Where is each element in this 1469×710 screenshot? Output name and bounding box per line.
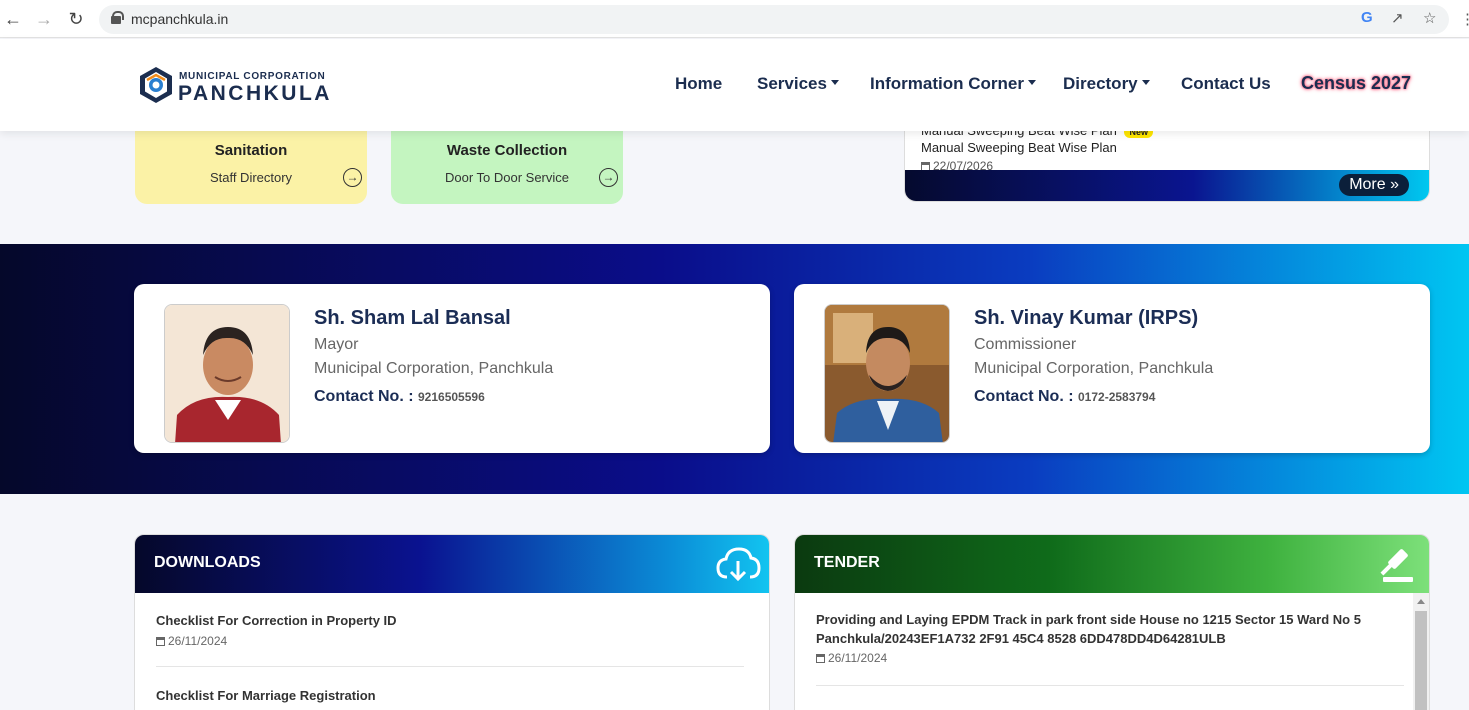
tender-panel: TENDER Providing and Laying EPDM Track i… — [794, 534, 1430, 710]
list-divider — [156, 666, 744, 667]
commissioner-photo — [824, 304, 950, 443]
scroll-up-arrow-icon[interactable] — [1417, 599, 1425, 604]
commissioner-org: Municipal Corporation, Panchkula — [974, 360, 1214, 377]
more-button-label: More — [1349, 176, 1386, 193]
nav-information-corner-label: Information Corner — [870, 74, 1024, 93]
nav-services-label: Services — [757, 74, 827, 93]
commissioner-contact-number[interactable]: 0172-2583794 — [1078, 390, 1155, 404]
sanitation-card-subtitle: Staff Directory — [209, 170, 293, 185]
mayor-contact-number[interactable]: 9216505596 — [418, 390, 485, 404]
sanitation-card[interactable]: Sanitation Staff Directory → — [135, 125, 367, 204]
browser-toolbar: ← → ↻ mcpanchkula.in G ↗ ☆ ⋮ — [0, 0, 1469, 38]
logo-subtitle: MUNICIPAL CORPORATION — [179, 71, 326, 82]
tender-scrollbar[interactable] — [1413, 593, 1429, 710]
commissioner-contact: Contact No. : 0172-2583794 — [974, 388, 1155, 406]
logo-title: PANCHKULA — [178, 82, 332, 105]
arrow-right-circle-icon[interactable]: → — [599, 168, 618, 187]
nav-contact-us[interactable]: Contact Us — [1181, 74, 1271, 94]
list-divider — [816, 685, 1404, 686]
cloud-download-icon — [716, 547, 761, 582]
caret-down-icon — [1141, 80, 1150, 85]
notice-item-title[interactable]: Manual Sweeping Beat Wise Plan — [921, 140, 1117, 155]
mayor-role: Mayor — [314, 336, 359, 353]
commissioner-role: Commissioner — [974, 336, 1077, 353]
tender-title: TENDER — [814, 554, 880, 571]
tender-item-title-line1: Providing and Laying EPDM Track in park … — [816, 612, 1361, 627]
nav-directory-label: Directory — [1063, 74, 1138, 93]
share-icon[interactable]: ↗ — [1391, 9, 1404, 27]
gavel-icon — [1380, 549, 1413, 582]
download-item-date-text: 26/11/2024 — [168, 634, 228, 648]
browser-menu-icon[interactable]: ⋮ — [1460, 10, 1469, 28]
notice-footer-bar: More » — [905, 170, 1429, 201]
waste-collection-card-subtitle: Door To Door Service — [444, 170, 570, 185]
forward-arrow-icon[interactable]: → — [34, 9, 54, 29]
tender-item-title-line2: Panchkula/20243EF1A732 2F91 45C4 8528 6D… — [816, 631, 1226, 646]
tender-item-title[interactable]: Providing and Laying EPDM Track in park … — [816, 610, 1361, 648]
caret-down-icon — [1027, 80, 1036, 85]
commissioner-name: Sh. Vinay Kumar (IRPS) — [974, 307, 1199, 329]
downloads-header: DOWNLOADS — [135, 535, 769, 593]
site-header: MUNICIPAL CORPORATION PANCHKULA Home Ser… — [0, 39, 1469, 131]
sanitation-card-title: Sanitation — [214, 142, 288, 159]
caret-down-icon — [830, 80, 839, 85]
calendar-icon — [156, 637, 165, 646]
download-item-title[interactable]: Checklist For Marriage Registration — [156, 686, 376, 705]
mayor-contact: Contact No. : 9216505596 — [314, 388, 485, 406]
nav-home-label: Home — [675, 74, 723, 93]
downloads-title: DOWNLOADS — [154, 554, 261, 571]
waste-collection-card-title: Waste Collection — [446, 142, 568, 159]
tender-header: TENDER — [795, 535, 1429, 593]
nav-services[interactable]: Services — [757, 74, 839, 94]
calendar-icon — [816, 654, 825, 663]
back-arrow-icon[interactable]: ← — [3, 9, 23, 29]
google-icon[interactable]: G — [1361, 9, 1373, 26]
notice-board: Manual Sweeping Beat Wise Plan New Manua… — [904, 125, 1430, 202]
mayor-org: Municipal Corporation, Panchkula — [314, 360, 554, 377]
commissioner-contact-label: Contact No. : — [974, 388, 1074, 405]
arrow-right-circle-icon[interactable]: → — [343, 168, 362, 187]
nav-contact-us-label: Contact Us — [1181, 74, 1271, 93]
nav-directory[interactable]: Directory — [1063, 74, 1150, 94]
tender-item-date-text: 26/11/2024 — [828, 651, 888, 665]
mayor-photo — [164, 304, 290, 443]
nav-census-2027[interactable]: Census 2027 — [1301, 73, 1411, 94]
mayor-name: Sh. Sham Lal Bansal — [314, 307, 511, 329]
commissioner-card: Sh. Vinay Kumar (IRPS) Commissioner Muni… — [794, 284, 1430, 453]
mayor-contact-label: Contact No. : — [314, 388, 414, 405]
nav-census-label: Census 2027 — [1301, 73, 1412, 93]
mc-panchkula-logo-icon[interactable] — [138, 66, 174, 104]
mayor-card: Sh. Sham Lal Bansal Mayor Municipal Corp… — [134, 284, 770, 453]
lock-icon — [111, 11, 124, 24]
tender-item-date: 26/11/2024 — [816, 651, 887, 665]
scrollbar-thumb[interactable] — [1415, 611, 1427, 710]
downloads-panel: DOWNLOADS Checklist For Correction in Pr… — [134, 534, 770, 710]
address-bar[interactable]: mcpanchkula.in G ↗ ☆ — [99, 5, 1449, 34]
nav-home[interactable]: Home — [675, 74, 722, 94]
download-item-date: 26/11/2024 — [156, 634, 227, 648]
officials-section: Sh. Sham Lal Bansal Mayor Municipal Corp… — [0, 244, 1469, 494]
download-item-title[interactable]: Checklist For Correction in Property ID — [156, 611, 397, 630]
url-text[interactable]: mcpanchkula.in — [131, 11, 228, 27]
bookmark-star-icon[interactable]: ☆ — [1423, 9, 1436, 27]
waste-collection-card[interactable]: Waste Collection Door To Door Service → — [391, 125, 623, 204]
double-chevron-right-icon: » — [1390, 176, 1399, 193]
nav-information-corner[interactable]: Information Corner — [870, 74, 1036, 94]
more-button[interactable]: More » — [1339, 174, 1409, 196]
reload-icon[interactable]: ↻ — [66, 9, 86, 29]
